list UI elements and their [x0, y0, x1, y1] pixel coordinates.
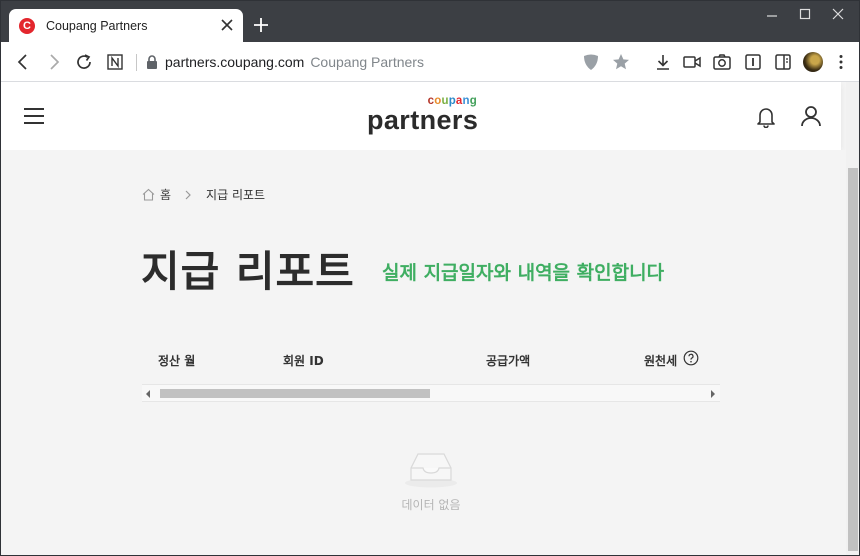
tab-title: Coupang Partners [46, 18, 148, 33]
empty-state-text: 데이터 없음 [401, 498, 461, 512]
new-tab-icon[interactable] [253, 17, 269, 33]
help-circle-icon[interactable] [683, 350, 699, 366]
page-vertical-scrollbar[interactable] [846, 82, 859, 555]
maximize-icon[interactable] [794, 5, 816, 23]
empty-state: 데이터 없음 [391, 446, 471, 513]
download-icon[interactable] [653, 52, 673, 72]
url-page-title: Coupang Partners [310, 54, 424, 70]
shield-extension-icon[interactable] [581, 52, 601, 72]
address-bar[interactable]: partners.coupang.com Coupang Partners [165, 54, 424, 70]
reload-icon[interactable] [74, 52, 94, 72]
minimize-icon[interactable] [761, 5, 783, 23]
column-header-member-id: 회원 ID [283, 354, 324, 368]
browser-window: C Coupang Partners partners.coupang.com C… [0, 0, 860, 556]
page-subtitle: 실제 지급일자와 내역을 확인합니다 [382, 262, 665, 284]
bell-icon[interactable] [756, 106, 776, 128]
notion-extension-icon[interactable] [105, 52, 125, 72]
page-title: 지급 리포트 [141, 247, 355, 296]
horizontal-scroll-thumb[interactable] [160, 389, 430, 398]
column-header-withholding-tax: 원천세 [644, 354, 678, 368]
browser-toolbar: partners.coupang.com Coupang Partners [1, 42, 859, 82]
breadcrumb-current: 지급 리포트 [206, 188, 266, 202]
url-text: partners.coupang.com [165, 54, 305, 70]
web-page: coupang partners 홈 지급 리포트 지급 리포트 실제 지급일자… [1, 82, 846, 555]
table-horizontal-scrollbar[interactable] [142, 384, 720, 402]
menu-dots-icon[interactable] [831, 52, 851, 72]
camera-icon[interactable] [712, 52, 732, 72]
forward-icon[interactable] [44, 52, 64, 72]
logo-partners-text: partners [367, 105, 479, 135]
main-content: 홈 지급 리포트 지급 리포트 실제 지급일자와 내역을 확인합니다 정산 월 … [1, 150, 846, 555]
breadcrumb: 홈 지급 리포트 [142, 186, 265, 203]
breadcrumb-home[interactable]: 홈 [160, 186, 171, 203]
video-icon[interactable] [682, 52, 702, 72]
column-header-supply-amount: 공급가액 [486, 354, 531, 368]
page-scroll-thumb[interactable] [848, 168, 858, 551]
hamburger-menu-icon[interactable] [23, 107, 45, 125]
table-header: 정산 월 회원 ID 공급가액 원천세 [142, 330, 720, 386]
scroll-left-arrow-icon[interactable] [146, 390, 150, 398]
browser-tab[interactable]: C Coupang Partners [9, 9, 243, 42]
site-header: coupang partners [1, 82, 841, 150]
empty-inbox-icon [405, 453, 457, 488]
close-tab-icon[interactable] [219, 17, 235, 33]
column-header-settlement-month: 정산 월 [158, 354, 196, 368]
reader-icon[interactable] [743, 52, 763, 72]
coupang-partners-logo[interactable]: coupang partners [367, 95, 479, 135]
user-icon[interactable] [800, 105, 822, 127]
home-icon[interactable] [142, 188, 155, 201]
profile-avatar-icon[interactable] [803, 52, 823, 72]
bookmark-star-icon[interactable] [611, 52, 631, 72]
address-separator [136, 54, 137, 71]
close-window-icon[interactable] [827, 5, 849, 23]
scroll-right-arrow-icon[interactable] [711, 390, 715, 398]
lock-icon[interactable] [146, 54, 158, 70]
sidebar-icon[interactable] [773, 52, 793, 72]
coupang-favicon-icon: C [19, 17, 35, 34]
chevron-right-icon [185, 190, 191, 199]
tab-strip: C Coupang Partners [1, 1, 859, 42]
back-icon[interactable] [13, 52, 33, 72]
